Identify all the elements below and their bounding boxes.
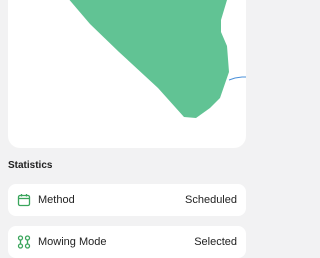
stat-value-mowing-mode: Selected: [194, 236, 237, 248]
stat-label-mowing-mode: Mowing Mode: [38, 236, 107, 248]
stat-label-method: Method: [38, 194, 75, 206]
stat-row-mowing-mode: Mowing Mode Selected: [8, 226, 246, 258]
statistics-heading: Statistics: [8, 160, 53, 171]
mowing-zone[interactable]: [61, 0, 230, 118]
stat-row-method: Method Scheduled: [8, 184, 246, 216]
map-view[interactable]: [8, 0, 246, 148]
stat-value-method: Scheduled: [185, 194, 237, 206]
mowing-area-map: [61, 0, 246, 118]
mower-path-line: [228, 76, 246, 81]
calendar-icon: [17, 193, 31, 207]
mowing-mode-icon: [17, 235, 31, 249]
